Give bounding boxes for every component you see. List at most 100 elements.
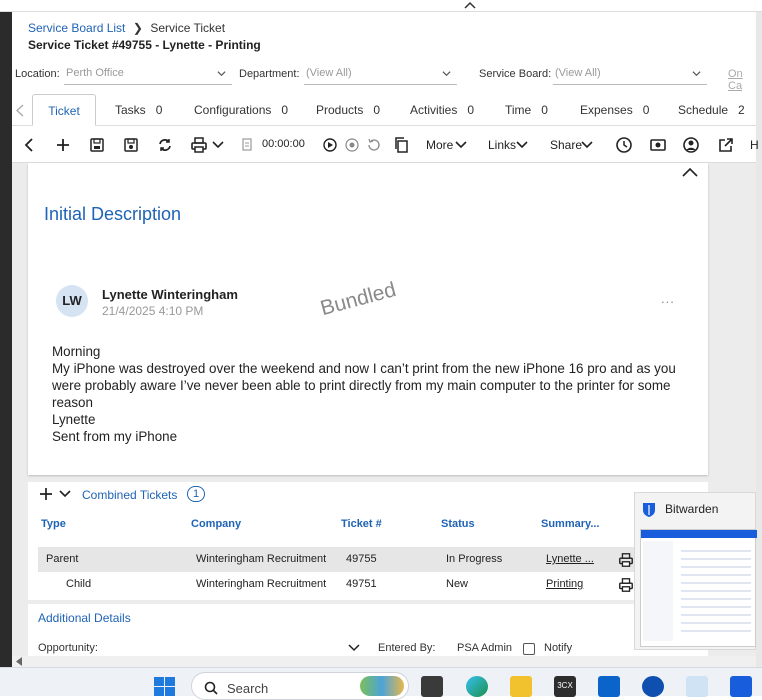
tab-time[interactable]: Time 0 [505, 94, 548, 126]
add-icon[interactable] [54, 136, 72, 154]
more-menu-label[interactable]: More [426, 138, 453, 152]
tab-label: Ticket [48, 104, 80, 118]
links-menu-label[interactable]: Links [488, 138, 516, 152]
tab-tasks[interactable]: Tasks 0 [115, 94, 162, 126]
opportunity-label: Opportunity: [38, 642, 98, 654]
service-board-select[interactable]: (View All) [553, 67, 707, 85]
chevron-down-icon [217, 71, 226, 77]
thumbnail-list [681, 544, 751, 636]
scroll-left-icon[interactable] [16, 657, 23, 666]
bitwarden-taskbar-icon[interactable] [730, 676, 752, 697]
chevron-down-icon[interactable] [209, 136, 227, 154]
additional-details-title[interactable]: Additional Details [38, 611, 131, 625]
on-call-link[interactable]: On Ca [728, 68, 756, 92]
tab-label: Configurations [194, 103, 272, 117]
print-icon[interactable] [190, 136, 208, 154]
tab-schedule[interactable]: Schedule 2 [678, 94, 745, 126]
note-menu-icon[interactable]: ... [661, 291, 675, 306]
row-summary-link[interactable]: Lynette ... [546, 553, 594, 565]
note-line: Morning [52, 344, 101, 359]
open-external-icon[interactable] [717, 136, 735, 154]
column-header[interactable]: Company [191, 518, 241, 530]
right-window-edge [756, 12, 762, 667]
save-and-close-icon[interactable] [122, 136, 140, 154]
horizontal-scrollbar[interactable] [12, 656, 756, 667]
row-ticket-number: 49755 [346, 553, 377, 565]
tab-ticket[interactable]: Ticket [32, 94, 96, 126]
department-select[interactable]: (View All) [304, 67, 457, 85]
note-timestamp: 21/4/2025 4:10 PM [102, 304, 204, 318]
collapse-up-icon[interactable] [464, 0, 476, 9]
search-icon [204, 681, 218, 695]
save-icon[interactable] [88, 136, 106, 154]
filter-row: Location: Perth Office Department: (View… [14, 67, 756, 92]
service-board-label: Service Board: [479, 68, 552, 80]
location-value: Perth Office [66, 67, 124, 79]
collapse-section-icon[interactable] [682, 166, 698, 177]
location-label: Location: [15, 68, 60, 80]
tab-activities[interactable]: Activities 0 [410, 94, 474, 126]
windows-start-icon[interactable] [154, 677, 176, 697]
row-summary-link[interactable]: Printing [546, 578, 583, 590]
chevron-down-icon [442, 71, 451, 77]
back-icon[interactable] [20, 136, 38, 154]
tab-expenses[interactable]: Expenses 0 [580, 94, 649, 126]
breadcrumb-link[interactable]: Service Board List [28, 21, 125, 35]
edge-browser-icon[interactable] [466, 676, 488, 697]
chevron-down-icon[interactable] [348, 644, 360, 653]
column-header[interactable]: Summary... [541, 518, 600, 530]
help-label-clipped[interactable]: H [750, 138, 759, 152]
column-header[interactable]: Ticket # [341, 518, 382, 530]
note-body: Morning My iPhone was destroyed over the… [52, 343, 697, 445]
notify-checkbox[interactable] [523, 643, 535, 655]
timer-play-icon[interactable] [321, 136, 339, 154]
print-icon[interactable] [618, 552, 634, 568]
chevron-down-icon[interactable] [578, 136, 596, 154]
table-row[interactable]: Child Winteringham Recruitment 49751 New… [38, 572, 638, 597]
chevron-down-icon [692, 71, 701, 77]
add-icon[interactable] [39, 487, 53, 501]
author-name: Lynette Winteringham [102, 287, 238, 302]
windows-taskbar: Search 3CX [0, 667, 762, 700]
refresh-icon[interactable] [156, 136, 174, 154]
tab-label: Expenses [580, 103, 633, 117]
table-row[interactable]: Parent Winteringham Recruitment 49755 In… [38, 547, 638, 572]
network-app-icon[interactable] [686, 676, 708, 697]
teamviewer-icon[interactable] [642, 676, 664, 697]
bitwarden-thumbnail [640, 529, 757, 647]
chevron-down-icon[interactable] [452, 136, 470, 154]
page-title: Service Ticket #49755 - Lynette - Printi… [28, 38, 261, 52]
chevron-down-icon[interactable] [59, 489, 71, 499]
bitwarden-preview-popup[interactable]: Bitwarden [634, 492, 757, 650]
timer-reset-icon[interactable] [365, 136, 383, 154]
department-value: (View All) [306, 67, 352, 79]
row-status: In Progress [446, 553, 503, 565]
timer-stop-icon[interactable] [343, 136, 361, 154]
3cx-app-icon[interactable]: 3CX [554, 676, 576, 697]
row-status: New [446, 578, 469, 590]
tab-count: 0 [373, 103, 381, 117]
tab-products[interactable]: Products 0 [316, 94, 380, 126]
copy-icon[interactable] [392, 136, 410, 154]
tab-count: 0 [281, 103, 289, 117]
column-header[interactable]: Status [441, 518, 475, 530]
expense-icon[interactable] [649, 136, 667, 154]
department-label: Department: [239, 68, 300, 80]
column-header[interactable]: Type [41, 518, 66, 530]
tab-configurations[interactable]: Configurations 0 [194, 94, 288, 126]
outlook-icon[interactable] [598, 676, 620, 697]
tabs-scroll-left-icon[interactable] [16, 104, 24, 117]
combined-tickets-title[interactable]: Combined Tickets [82, 488, 177, 502]
location-select[interactable]: Perth Office [64, 67, 232, 85]
file-explorer-icon[interactable] [510, 676, 532, 697]
row-ticket-number: 49751 [346, 578, 377, 590]
task-view-icon[interactable] [421, 676, 443, 697]
breadcrumb: Service Board List ❯ Service Ticket [28, 19, 225, 37]
search-placeholder: Search [227, 681, 269, 696]
chevron-down-icon[interactable] [513, 136, 531, 154]
section-heading: Initial Description [44, 204, 182, 224]
log-time-icon[interactable] [238, 136, 256, 154]
user-icon[interactable] [682, 136, 700, 154]
clock-icon[interactable] [615, 136, 633, 154]
print-icon[interactable] [618, 577, 634, 593]
